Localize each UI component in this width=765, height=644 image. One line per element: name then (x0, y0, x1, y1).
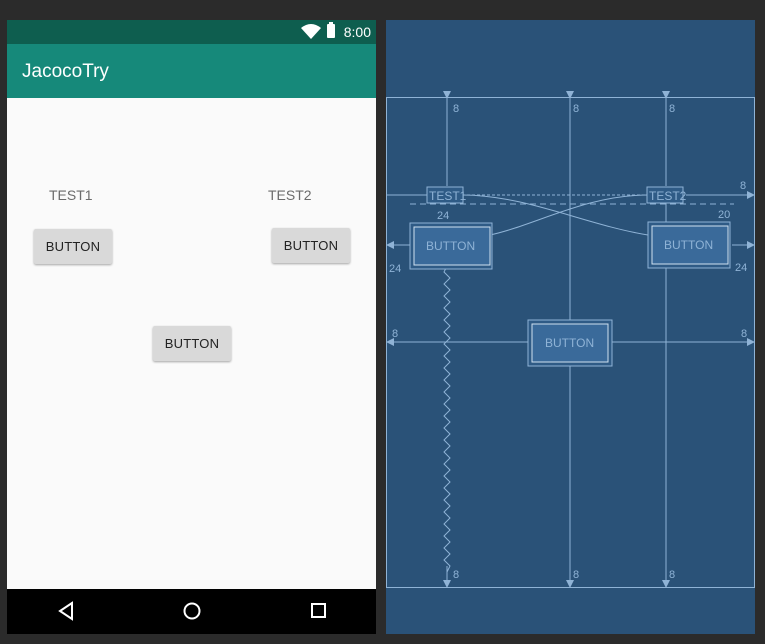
status-time: 8:00 (343, 24, 371, 40)
margin-gap-left: 24 (437, 210, 449, 222)
margin-bottom-center: 8 (573, 569, 579, 581)
margin-button-right: 24 (735, 262, 747, 274)
design-preview-panel: 8:00 JacocoTry TEST1 TEST2 BUTTON BUTTON… (7, 20, 376, 634)
app-bar: JacocoTry (7, 44, 376, 98)
recents-square-icon[interactable] (310, 601, 328, 621)
home-circle-icon[interactable] (182, 601, 202, 621)
blueprint-center-button-label: BUTTON (545, 336, 594, 350)
battery-icon (327, 22, 335, 38)
margin-top-right: 8 (669, 103, 675, 115)
test1-label: TEST1 (49, 187, 93, 203)
blueprint-panel: TEST1 TEST2 BUTTON BUTTON BUTTON 8 8 8 8… (386, 20, 755, 634)
blueprint-test2-label: TEST2 (649, 189, 687, 203)
margin-bottom-left: 8 (453, 569, 459, 581)
margin-button-left: 24 (389, 263, 401, 275)
wifi-icon (301, 24, 321, 39)
left-button[interactable]: BUTTON (34, 229, 112, 264)
blueprint-test1-label: TEST1 (429, 189, 467, 203)
margin-center-right: 8 (741, 328, 747, 340)
right-button[interactable]: BUTTON (272, 228, 350, 263)
back-triangle-icon[interactable] (57, 601, 75, 621)
margin-bottom-right: 8 (669, 569, 675, 581)
blueprint-left-button-label: BUTTON (426, 239, 475, 253)
center-button[interactable]: BUTTON (153, 326, 231, 361)
status-bar: 8:00 (7, 20, 376, 44)
test2-label: TEST2 (268, 187, 312, 203)
margin-top-left: 8 (453, 103, 459, 115)
margin-center-left: 8 (392, 328, 398, 340)
margin-right-test2: 8 (740, 180, 746, 192)
app-title: JacocoTry (22, 61, 109, 82)
blueprint-right-button-label: BUTTON (664, 238, 713, 252)
margin-gap-right: 20 (718, 209, 730, 221)
navigation-bar (7, 589, 376, 634)
margin-top-center: 8 (573, 103, 579, 115)
